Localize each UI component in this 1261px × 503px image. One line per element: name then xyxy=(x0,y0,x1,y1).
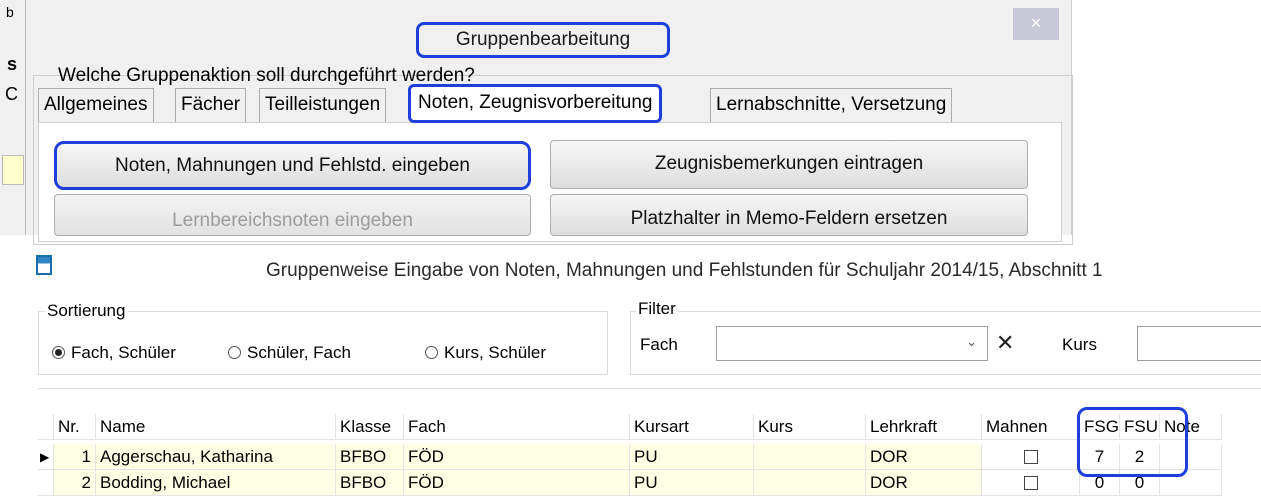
cell-nr[interactable]: 2 xyxy=(54,470,96,496)
enter-grades-button[interactable]: Noten, Mahnungen und Fehlstd. eingeben xyxy=(54,141,531,190)
sort-option-kurs-schueler[interactable]: Kurs, Schüler xyxy=(425,343,546,363)
col-header-fsg[interactable]: FSG xyxy=(1080,414,1120,440)
chevron-down-icon: ⌄ xyxy=(966,334,977,349)
col-header-kursart[interactable]: Kursart xyxy=(630,414,754,440)
cell-mahnen[interactable] xyxy=(982,470,1080,496)
cell-name[interactable]: Bodding, Michael xyxy=(96,470,336,496)
dialog-title: Gruppenbearbeitung xyxy=(416,22,670,58)
tab-teilleistungen[interactable]: Teilleistungen xyxy=(259,88,387,122)
cell-lehrkraft[interactable]: DOR xyxy=(866,444,982,470)
current-row-marker-icon: ▶ xyxy=(38,444,54,470)
clear-filter-icon[interactable]: ✕ xyxy=(996,330,1014,356)
tab-noten-zeugnisvorbereitung[interactable]: Noten, Zeugnisvorbereitung xyxy=(408,84,663,123)
row-indicator xyxy=(38,470,54,496)
cell-fsg[interactable]: 7 xyxy=(1080,444,1120,470)
replace-placeholders-button[interactable]: Platzhalter in Memo-Feldern ersetzen xyxy=(550,194,1028,236)
fach-filter-select[interactable]: ⌄ xyxy=(716,326,988,361)
col-header-note[interactable]: Note xyxy=(1160,414,1222,440)
mahnen-checkbox[interactable] xyxy=(1023,450,1038,464)
cell-note[interactable] xyxy=(1160,444,1222,470)
col-header-klasse[interactable]: Klasse xyxy=(336,414,404,440)
cell-klasse[interactable]: BFBO xyxy=(336,470,404,496)
cell-note[interactable] xyxy=(1160,470,1222,496)
sort-option-label: Fach, Schüler xyxy=(71,343,176,362)
col-header-lehrkraft[interactable]: Lehrkraft xyxy=(866,414,982,440)
cell-klasse[interactable]: BFBO xyxy=(336,444,404,470)
tab-allgemeines[interactable]: Allgemeines xyxy=(38,88,154,122)
cell-kursart[interactable]: PU xyxy=(630,470,754,496)
window-title: Gruppenweise Eingabe von Noten, Mahnunge… xyxy=(266,260,1103,281)
close-button[interactable]: × xyxy=(1013,8,1059,40)
radio-icon xyxy=(228,346,241,359)
window-app-icon xyxy=(36,255,52,275)
cell-name[interactable]: Aggerschau, Katharina xyxy=(96,444,336,470)
col-header-nr[interactable]: Nr. xyxy=(54,414,96,440)
bg-yellow-field xyxy=(2,155,24,185)
sort-label: Sortierung xyxy=(45,301,128,321)
cell-kurs[interactable] xyxy=(754,444,866,470)
bg-letter: s xyxy=(7,54,18,74)
filter-label: Filter xyxy=(636,299,678,319)
cell-fsg[interactable]: 0 xyxy=(1080,470,1120,496)
grid-header-indicator xyxy=(38,414,54,440)
kurs-filter-input[interactable] xyxy=(1137,326,1261,361)
bg-letter: b xyxy=(6,4,14,20)
tab-faecher[interactable]: Fächer xyxy=(175,88,247,122)
cell-nr[interactable]: 1 xyxy=(54,444,96,470)
radio-selected-icon xyxy=(52,346,65,359)
col-header-name[interactable]: Name xyxy=(96,414,336,440)
sort-option-label: Kurs, Schüler xyxy=(444,343,547,362)
sort-option-fach-schueler[interactable]: Fach, Schüler xyxy=(52,343,176,363)
cell-fach[interactable]: FÖD xyxy=(404,444,630,470)
bg-letter: C xyxy=(5,84,18,104)
radio-icon xyxy=(425,346,438,359)
cell-kursart[interactable]: PU xyxy=(630,444,754,470)
col-header-kurs[interactable]: Kurs xyxy=(754,414,866,440)
cell-kurs[interactable] xyxy=(754,470,866,496)
col-header-fach[interactable]: Fach xyxy=(404,414,630,440)
tab-lernabschnitte-versetzung[interactable]: Lernabschnitte, Versetzung xyxy=(710,88,953,122)
toolbar-divider xyxy=(38,388,1261,408)
col-header-mahnen[interactable]: Mahnen xyxy=(982,414,1080,440)
mahnen-checkbox[interactable] xyxy=(1023,476,1038,490)
grade-grid: Nr. Name Klasse Fach Kursart Kurs Lehrkr… xyxy=(38,412,1261,503)
cell-fsu[interactable]: 2 xyxy=(1120,444,1160,470)
certificate-remarks-button[interactable]: Zeugnisbemerkungen eintragen xyxy=(550,140,1028,189)
sort-option-label: Schüler, Fach xyxy=(247,343,351,362)
cell-fsu[interactable]: 0 xyxy=(1120,470,1160,496)
cell-lehrkraft[interactable]: DOR xyxy=(866,470,982,496)
sort-option-schueler-fach[interactable]: Schüler, Fach xyxy=(228,343,351,363)
learning-area-grades-button[interactable]: Lernbereichsnoten eingeben xyxy=(54,194,531,236)
kurs-filter-label: Kurs xyxy=(1062,335,1097,354)
col-header-fsu[interactable]: FSU xyxy=(1120,414,1160,440)
background-window-strip: b s C xyxy=(0,0,26,235)
fach-filter-label: Fach xyxy=(640,335,678,354)
cell-mahnen[interactable] xyxy=(982,444,1080,470)
cell-fach[interactable]: FÖD xyxy=(404,470,630,496)
